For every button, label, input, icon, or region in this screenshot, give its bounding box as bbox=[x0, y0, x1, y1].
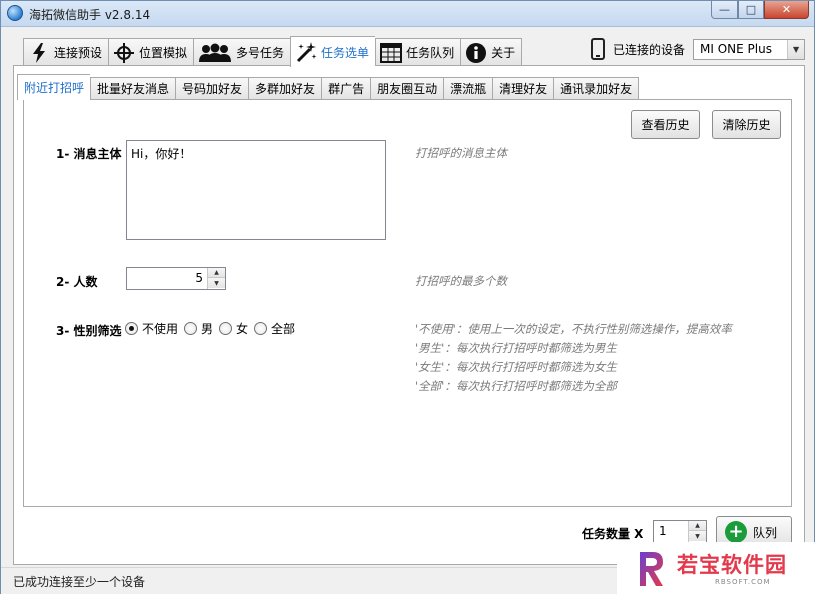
subtab-group-ads[interactable]: 群广告 bbox=[321, 77, 371, 99]
gender-option-label: 全部 bbox=[271, 322, 296, 336]
app-window: 海拓微信助手 v2.8.14 — □ ✕ 连接预设 位置模拟 多号任务 任务选单… bbox=[0, 0, 815, 594]
tab-label: 任务队列 bbox=[406, 46, 455, 60]
clear-history-button[interactable]: 清除历史 bbox=[712, 110, 781, 139]
watermark-logo: 若宝软件园 RBSOFT.COM bbox=[617, 542, 815, 594]
gender-option-none[interactable]: 不使用 bbox=[125, 320, 178, 337]
task-count-label: 任务数量 X bbox=[582, 527, 644, 541]
gender-option-label: 男 bbox=[201, 322, 214, 336]
maximize-button[interactable]: □ bbox=[738, 1, 764, 19]
status-text: 已成功连接至少一个设备 bbox=[13, 575, 146, 589]
gender-hint-line: '不使用'：使用上一次的设定，不执行性别筛选操作，提高效率 bbox=[415, 322, 732, 336]
count-label: 2- 人数 bbox=[56, 275, 98, 289]
tab-label: 多号任务 bbox=[236, 46, 285, 60]
phone-icon bbox=[591, 38, 605, 60]
task-count-value: 1 bbox=[659, 524, 667, 538]
task-count-stepper-buttons: ▲ ▼ bbox=[688, 521, 706, 542]
plus-circle-icon: + bbox=[725, 521, 747, 543]
subtab-clean-friends[interactable]: 清理好友 bbox=[492, 77, 554, 99]
crosshair-icon bbox=[113, 42, 135, 64]
subtab-contacts-add[interactable]: 通讯录加好友 bbox=[553, 77, 640, 99]
message-textarea[interactable]: Hi，你好！ bbox=[126, 140, 386, 240]
tab-multi-account[interactable]: 多号任务 bbox=[193, 38, 291, 66]
device-area: 已连接的设备 MI ONE Plus ▼ bbox=[591, 37, 806, 61]
stepper-down-icon[interactable]: ▼ bbox=[208, 278, 225, 288]
count-value: 5 bbox=[195, 271, 203, 285]
gender-option-male[interactable]: 男 bbox=[184, 320, 213, 337]
minimize-icon: — bbox=[719, 3, 730, 16]
gender-option-all[interactable]: 全部 bbox=[254, 320, 295, 337]
tab-task-queue[interactable]: 任务队列 bbox=[375, 38, 461, 66]
lightning-icon bbox=[28, 42, 50, 64]
tab-label: 任务选单 bbox=[321, 45, 370, 60]
radio-icon[interactable] bbox=[254, 322, 268, 335]
window-title: 海拓微信助手 v2.8.14 bbox=[29, 8, 151, 22]
subtab-moments-interact[interactable]: 朋友圈互动 bbox=[370, 77, 444, 99]
device-dropdown[interactable]: MI ONE Plus ▼ bbox=[693, 38, 806, 60]
gender-hint-line: '全部'：每次执行打招呼时都筛选为全部 bbox=[415, 379, 617, 393]
tab-label: 位置模拟 bbox=[139, 46, 188, 60]
close-button[interactable]: ✕ bbox=[764, 1, 809, 19]
title-bar[interactable]: 海拓微信助手 v2.8.14 bbox=[1, 1, 814, 27]
watermark-subtext: RBSOFT.COM bbox=[715, 578, 771, 586]
info-icon bbox=[465, 42, 487, 64]
view-history-button[interactable]: 查看历史 bbox=[631, 110, 700, 139]
tab-location-sim[interactable]: 位置模拟 bbox=[108, 38, 194, 66]
maximize-icon: □ bbox=[745, 3, 757, 16]
message-hint: 打招呼的消息主体 bbox=[415, 146, 507, 160]
close-icon: ✕ bbox=[781, 3, 792, 16]
queue-button-label: 队列 bbox=[753, 525, 778, 540]
radio-icon[interactable] bbox=[184, 322, 198, 335]
count-stepper[interactable]: 5 ▲ ▼ bbox=[126, 267, 226, 290]
device-label: 已连接的设备 bbox=[613, 42, 686, 57]
gender-label: 3- 性别筛选 bbox=[56, 324, 122, 338]
gender-hint-line: '男生'：每次执行打招呼时都筛选为男生 bbox=[415, 341, 617, 355]
tab-connection-preset[interactable]: 连接预设 bbox=[23, 38, 109, 66]
gender-radio-group: 不使用 男 女 全部 bbox=[125, 320, 301, 337]
tab-task-menu[interactable]: 任务选单 bbox=[290, 36, 376, 67]
tab-label: 连接预设 bbox=[54, 46, 103, 60]
chevron-down-icon[interactable]: ▼ bbox=[787, 39, 805, 59]
task-count-stepper[interactable]: 1 ▲ ▼ bbox=[653, 520, 707, 543]
radio-checked-icon[interactable] bbox=[125, 322, 138, 335]
count-hint: 打招呼的最多个数 bbox=[415, 274, 507, 288]
magic-wand-icon bbox=[295, 41, 317, 63]
table-icon bbox=[380, 42, 403, 64]
watermark-text: 若宝软件园 bbox=[677, 553, 787, 577]
sub-tab-bar: 附近打招呼 批量好友消息 号码加好友 多群加好友 群广告 朋友圈互动 漂流瓶 清… bbox=[17, 74, 640, 100]
radio-icon[interactable] bbox=[219, 322, 233, 335]
gender-option-label: 不使用 bbox=[142, 322, 179, 336]
stepper-up-icon[interactable]: ▲ bbox=[689, 521, 706, 531]
gender-option-female[interactable]: 女 bbox=[219, 320, 248, 337]
count-stepper-buttons: ▲ ▼ bbox=[207, 268, 225, 289]
watermark-r-icon bbox=[640, 552, 663, 586]
gender-option-label: 女 bbox=[236, 322, 249, 336]
subtab-drift-bottle[interactable]: 漂流瓶 bbox=[443, 77, 493, 99]
stepper-up-icon[interactable]: ▲ bbox=[208, 268, 225, 278]
app-globe-icon bbox=[7, 5, 23, 21]
device-selected-value: MI ONE Plus bbox=[700, 42, 772, 56]
subtab-bulk-friend-msg[interactable]: 批量好友消息 bbox=[90, 77, 176, 99]
subtab-multi-group-add[interactable]: 多群加好友 bbox=[248, 77, 322, 99]
minimize-button[interactable]: — bbox=[711, 1, 738, 19]
gender-hint-line: '女生'：每次执行打招呼时都筛选为女生 bbox=[415, 360, 617, 374]
tab-label: 关于 bbox=[491, 46, 516, 60]
users-icon bbox=[198, 42, 232, 64]
message-label: 1- 消息主体 bbox=[56, 147, 122, 161]
subtab-add-by-number[interactable]: 号码加好友 bbox=[175, 77, 249, 99]
stepper-down-icon[interactable]: ▼ bbox=[689, 531, 706, 541]
subtab-nearby-greet[interactable]: 附近打招呼 bbox=[17, 74, 91, 100]
tab-about[interactable]: 关于 bbox=[460, 38, 523, 66]
main-tab-bar: 连接预设 位置模拟 多号任务 任务选单 任务队列 关于 bbox=[23, 36, 523, 67]
